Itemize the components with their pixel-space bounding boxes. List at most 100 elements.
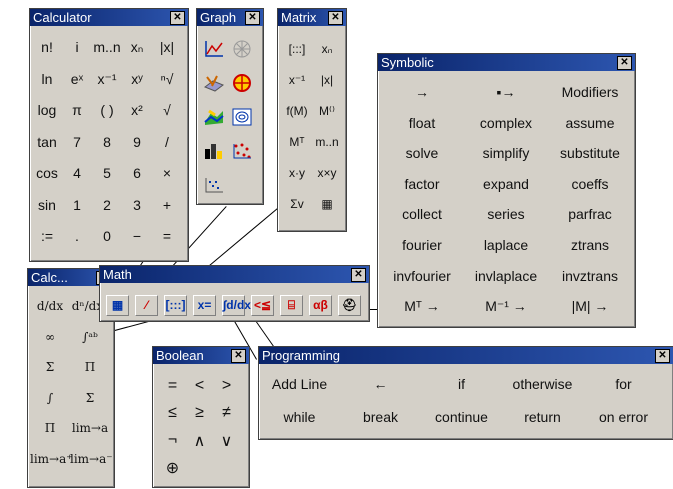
boolean-operator-button[interactable]: <	[186, 377, 213, 395]
calculator-key-button[interactable]: :=	[32, 228, 62, 244]
calculus-operator-button[interactable]: Σ	[30, 360, 70, 374]
calculator-key-button[interactable]: eˣ	[62, 71, 92, 87]
close-icon[interactable]: ✕	[231, 349, 246, 363]
symbolic-keyword-button[interactable]: Mᵀ →	[380, 298, 464, 314]
calculus-operator-button[interactable]: lim→a⁺	[30, 452, 73, 466]
polar-plot-icon[interactable]	[231, 39, 253, 59]
programming-keyword-button[interactable]: otherwise	[502, 376, 583, 392]
boolean-operator-button[interactable]: ≥	[186, 404, 213, 422]
calculus-operator-button[interactable]: Σ	[70, 391, 110, 405]
calculator-key-button[interactable]: √	[152, 102, 182, 118]
calculator-key-button[interactable]: |x|	[152, 39, 182, 55]
symbolic-keyword-button[interactable]: simplify	[464, 145, 548, 161]
boolean-operator-button[interactable]: ≤	[159, 404, 186, 422]
symbolic-keyword-button[interactable]: series	[464, 206, 548, 222]
calculator-key-button[interactable]: π	[62, 102, 92, 118]
symbolic-keyword-button[interactable]: expand	[464, 176, 548, 192]
math-toolbar-button[interactable]: x=	[193, 295, 216, 316]
zoom-icon[interactable]	[203, 175, 225, 195]
calculator-key-button[interactable]: 9	[122, 134, 152, 150]
calculator-key-button[interactable]: +	[152, 197, 182, 213]
calculus-operator-button[interactable]: Π	[30, 421, 70, 435]
calculus-operator-button[interactable]: Π	[70, 360, 110, 374]
calculator-key-button[interactable]: 3	[122, 197, 152, 213]
boolean-operator-button[interactable]: =	[159, 377, 186, 395]
boolean-operator-button[interactable]: ∨	[213, 431, 240, 451]
matrix-operator-button[interactable]: xₙ	[312, 42, 342, 56]
symbolic-keyword-button[interactable]: factor	[380, 176, 464, 192]
programming-keyword-button[interactable]: ←	[340, 376, 421, 392]
calculator-key-button[interactable]: xʸ	[122, 71, 152, 87]
calculator-key-button[interactable]: xₙ	[122, 39, 152, 56]
surface-plot-icon[interactable]	[203, 73, 225, 93]
programming-keyword-button[interactable]: for	[583, 376, 664, 392]
programming-keyword-button[interactable]: while	[259, 409, 340, 425]
symbolic-keyword-button[interactable]: float	[380, 115, 464, 131]
close-icon[interactable]: ✕	[655, 349, 670, 363]
calculator-key-button[interactable]: ×	[152, 165, 182, 181]
calculator-key-button[interactable]: x⁻¹	[92, 71, 122, 88]
symbolic-keyword-button[interactable]: fourier	[380, 237, 464, 253]
calculator-key-button[interactable]: /	[152, 134, 182, 150]
3d-scatter-icon[interactable]	[203, 107, 225, 127]
math-toolbar-button[interactable]: ⁄	[135, 295, 158, 316]
programming-keyword-button[interactable]: if	[421, 376, 502, 392]
programming-keyword-button[interactable]: continue	[421, 409, 502, 425]
symbolic-keyword-button[interactable]: coeffs	[548, 176, 632, 192]
math-toolbar-button[interactable]: <≦	[251, 295, 274, 316]
calculator-key-button[interactable]: x²	[122, 102, 152, 118]
close-icon[interactable]: ✕	[617, 56, 632, 70]
symbolic-keyword-button[interactable]: Modifiers	[548, 84, 632, 100]
calculator-key-button[interactable]: 8	[92, 134, 122, 150]
math-toolbar-button[interactable]: αβ	[309, 295, 332, 316]
symbolic-keyword-button[interactable]: substitute	[548, 145, 632, 161]
boolean-operator-button[interactable]: ⊕	[159, 458, 186, 478]
symbolic-keyword-button[interactable]: laplace	[464, 237, 548, 253]
matrix-operator-button[interactable]: x⁻¹	[282, 73, 312, 87]
calculus-operator-button[interactable]: ∫ᵃᵇ	[70, 330, 110, 344]
vector-field-icon[interactable]	[231, 107, 253, 127]
boolean-operator-button[interactable]: ¬	[159, 431, 186, 449]
programming-keyword-button[interactable]: return	[502, 409, 583, 425]
calculus-operator-button[interactable]: lim→a⁻	[70, 452, 113, 466]
calculator-key-button[interactable]: 5	[92, 165, 122, 181]
symbolic-keyword-button[interactable]: ztrans	[548, 237, 632, 253]
matrix-operator-button[interactable]: x×y	[312, 166, 342, 180]
calculator-key-button[interactable]: i	[62, 39, 92, 55]
xy-plot-icon[interactable]	[203, 39, 225, 59]
math-toolbar-button[interactable]: ∫d/dx	[222, 295, 251, 316]
math-toolbar-button[interactable]: ⌸	[280, 295, 303, 316]
symbolic-keyword-button[interactable]: solve	[380, 145, 464, 161]
calculator-key-button[interactable]: ( )	[92, 102, 122, 118]
programming-keyword-button[interactable]: break	[340, 409, 421, 425]
symbolic-keyword-button[interactable]: complex	[464, 115, 548, 131]
calculator-key-button[interactable]: cos	[32, 165, 62, 181]
matrix-operator-button[interactable]: m..n	[312, 135, 342, 149]
symbolic-keyword-button[interactable]: M⁻¹ →	[464, 298, 548, 315]
calculator-key-button[interactable]: 0	[92, 228, 122, 244]
math-toolbar-button[interactable]: [:::]	[164, 295, 187, 316]
calculator-key-button[interactable]: 1	[62, 197, 92, 213]
calculator-key-button[interactable]: sin	[32, 197, 62, 213]
3d-bar-icon[interactable]	[203, 141, 225, 161]
close-icon[interactable]: ✕	[351, 268, 366, 282]
calculator-key-button[interactable]: 7	[62, 134, 92, 150]
boolean-operator-button[interactable]: >	[213, 377, 240, 395]
symbolic-keyword-button[interactable]: invztrans	[548, 268, 632, 284]
symbolic-keyword-button[interactable]: |M| →	[548, 298, 632, 314]
contour-plot-icon[interactable]	[231, 73, 253, 93]
symbolic-keyword-button[interactable]: invfourier	[380, 268, 464, 284]
programming-keyword-button[interactable]: on error	[583, 409, 664, 425]
calculator-key-button[interactable]: 4	[62, 165, 92, 181]
boolean-operator-button[interactable]: ≠	[213, 404, 240, 422]
matrix-operator-button[interactable]: x·y	[282, 166, 312, 180]
calculator-key-button[interactable]: n!	[32, 39, 62, 55]
calculator-key-button[interactable]: 2	[92, 197, 122, 213]
close-icon[interactable]: ✕	[245, 11, 260, 25]
calculator-key-button[interactable]: m..n	[92, 39, 122, 55]
calculus-operator-button[interactable]: d/dx	[30, 299, 70, 313]
calculator-key-button[interactable]: ln	[32, 71, 62, 87]
math-toolbar-button[interactable]: ⛑	[338, 295, 361, 316]
matrix-operator-button[interactable]: Mᵀ	[282, 135, 312, 149]
symbolic-keyword-button[interactable]: invlaplace	[464, 268, 548, 284]
